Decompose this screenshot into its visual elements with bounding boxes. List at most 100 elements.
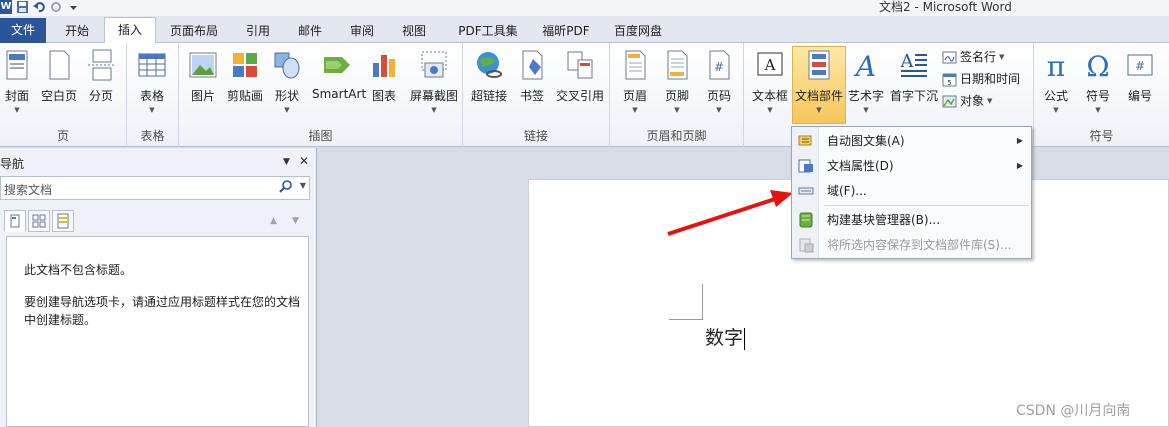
nav-options-icon[interactable]: ▼ — [283, 157, 290, 167]
document-body[interactable]: 数字 — [705, 323, 746, 350]
tab-foxit-pdf[interactable]: 福昕PDF — [534, 19, 598, 43]
bookmark-label: 书签 — [519, 89, 544, 103]
textbox-label: 文本框 — [751, 89, 788, 103]
tab-references[interactable]: 引用 — [236, 19, 280, 43]
redo-icon[interactable] — [50, 1, 63, 13]
ribbon-tab-row: 文件 开始 插入 页面布局 引用 邮件 审阅 视图 PDF工具集 福昕PDF 百… — [0, 16, 1169, 43]
search-icon[interactable] — [279, 180, 293, 194]
tab-home[interactable]: 开始 — [52, 19, 102, 43]
headings-view-tab[interactable] — [4, 210, 26, 232]
drop-cap-button[interactable]: A 首字下沉 — [889, 47, 939, 104]
picture-button[interactable]: 图片 — [181, 47, 225, 104]
quick-parts-button[interactable]: 文档部件 ▼ — [792, 46, 846, 124]
symbol-button[interactable]: Ω 符号 ▼ — [1076, 47, 1120, 114]
header-icon — [625, 50, 646, 80]
tab-insert[interactable]: 插入 — [104, 17, 156, 43]
group-label-illustrations: 插图 — [308, 129, 333, 143]
pages-view-tab[interactable] — [28, 210, 50, 232]
textbox-button[interactable]: A 文本框 ▼ — [748, 47, 792, 114]
group-label-header-footer: 页眉和页脚 — [646, 129, 707, 143]
tab-pdf-tools[interactable]: PDF工具集 — [446, 19, 530, 43]
clip-art-button[interactable]: 剪贴画 — [223, 47, 267, 104]
object-button[interactable]: 对象 ▼ — [942, 91, 992, 111]
search-options-icon[interactable]: ▼ — [300, 181, 306, 190]
menu-item-autotext[interactable]: 自动图文集(A) ▶ — [792, 129, 1031, 153]
hyperlink-button[interactable]: 超链接 — [467, 47, 511, 104]
quick-parts-icon — [808, 50, 830, 80]
save-icon[interactable] — [16, 1, 29, 13]
menu-item-field[interactable]: 域(F)... — [792, 179, 1031, 203]
menu-item-label: 将所选内容保存到文档部件库(S)... — [827, 238, 1012, 252]
chart-label: 图表 — [371, 89, 396, 103]
signature-line-button[interactable]: 签名行 ▼ — [942, 47, 1004, 67]
undo-icon[interactable] — [33, 1, 46, 13]
cross-reference-button[interactable]: 交叉引用 — [555, 47, 605, 104]
wordart-button[interactable]: A 艺术字 ▼ — [844, 47, 888, 114]
signature-line-label: 签名行 — [960, 50, 997, 64]
date-time-label: 日期和时间 — [960, 72, 1021, 86]
footer-label: 页脚 — [664, 89, 689, 103]
menu-separator — [824, 205, 1029, 206]
chart-button[interactable]: 图表 — [362, 47, 406, 104]
smartart-button[interactable]: SmartArt — [312, 47, 366, 101]
clip-art-icon — [233, 53, 257, 77]
header-button[interactable]: 页眉 ▼ — [613, 47, 657, 114]
footer-button[interactable]: 页脚 ▼ — [655, 47, 699, 114]
shapes-button[interactable]: 形状 ▼ — [265, 47, 309, 114]
watermark: CSDN @川月向南 — [1016, 403, 1131, 419]
table-icon — [138, 53, 166, 77]
tab-mailings[interactable]: 邮件 — [288, 19, 332, 43]
cover-page-button[interactable]: 封面 ▼ — [0, 47, 39, 114]
chevron-down-icon: ▼ — [816, 106, 822, 114]
chevron-down-icon: ▼ — [1095, 106, 1101, 114]
tab-review[interactable]: 审阅 — [340, 19, 384, 43]
menu-item-save-selection[interactable]: 将所选内容保存到文档部件库(S)... — [792, 233, 1031, 257]
bookmark-button[interactable]: 书签 — [510, 47, 554, 104]
headings-icon — [10, 214, 20, 228]
blank-page-button[interactable]: 空白页 — [37, 47, 81, 104]
nav-header: 导航 ▼ ✕ — [0, 152, 317, 172]
headings-hint: 要创建导航选项卡，请通过应用标题样式在您的文档中创建标题。 — [24, 295, 301, 327]
chevron-down-icon: ▼ — [14, 106, 20, 114]
next-arrow-icon[interactable]: ▼ — [292, 216, 299, 226]
table-button[interactable]: 表格 ▼ — [130, 47, 174, 114]
equation-button[interactable]: π 公式 ▼ — [1034, 47, 1078, 114]
tab-file[interactable]: 文件 — [0, 18, 46, 43]
nav-view-tabs — [4, 210, 74, 234]
results-view-tab[interactable] — [52, 210, 74, 232]
thumbnails-icon — [32, 214, 46, 228]
number-icon: # — [1127, 54, 1153, 76]
smartart-icon — [324, 57, 350, 73]
page-break-icon — [88, 49, 114, 81]
svg-text:π: π — [1047, 50, 1065, 81]
results-icon — [57, 213, 69, 229]
menu-item-building-blocks[interactable]: 构建基块管理器(B)... — [792, 208, 1031, 232]
close-icon[interactable]: ✕ — [299, 154, 309, 168]
equation-label: 公式 — [1043, 89, 1068, 103]
page-number-button[interactable]: # 页码 ▼ — [697, 47, 741, 114]
number-button[interactable]: # 编号 — [1118, 47, 1162, 104]
tab-view[interactable]: 视图 — [392, 19, 436, 43]
screenshot-label: 屏幕截图 — [409, 89, 458, 103]
pi-icon: π — [1047, 50, 1065, 83]
menu-item-document-property[interactable]: 文档属性(D) ▶ — [792, 154, 1031, 178]
building-blocks-icon — [799, 212, 813, 228]
ribbon-group-symbols: π 公式 ▼ Ω 符号 ▼ # 编号 符号 — [1034, 43, 1169, 147]
quick-parts-label: 文档部件 — [794, 89, 843, 103]
previous-arrow-icon[interactable]: ▲ — [270, 216, 277, 226]
tab-page-layout[interactable]: 页面布局 — [162, 19, 226, 43]
group-label-table: 表格 — [140, 129, 165, 143]
date-time-button[interactable]: 5 日期和时间 — [942, 69, 1020, 89]
cross-reference-icon — [567, 51, 593, 79]
chevron-down-icon: ▼ — [863, 106, 869, 114]
nav-search-input[interactable]: 搜索文档 ▼ — [0, 176, 310, 200]
tab-baidu-netdisk[interactable]: 百度网盘 — [606, 19, 670, 43]
page-break-button[interactable]: 分页 — [79, 47, 123, 104]
menu-item-label: 文档属性(D) — [827, 159, 894, 173]
customize-qat-icon[interactable] — [67, 1, 80, 13]
word-logo-icon[interactable]: W — [0, 0, 12, 14]
svg-text:A: A — [764, 56, 776, 74]
screenshot-button[interactable]: 屏幕截图 ▼ — [408, 47, 460, 114]
svg-text:Ω: Ω — [1086, 50, 1109, 81]
page-number-icon: # — [709, 50, 730, 80]
